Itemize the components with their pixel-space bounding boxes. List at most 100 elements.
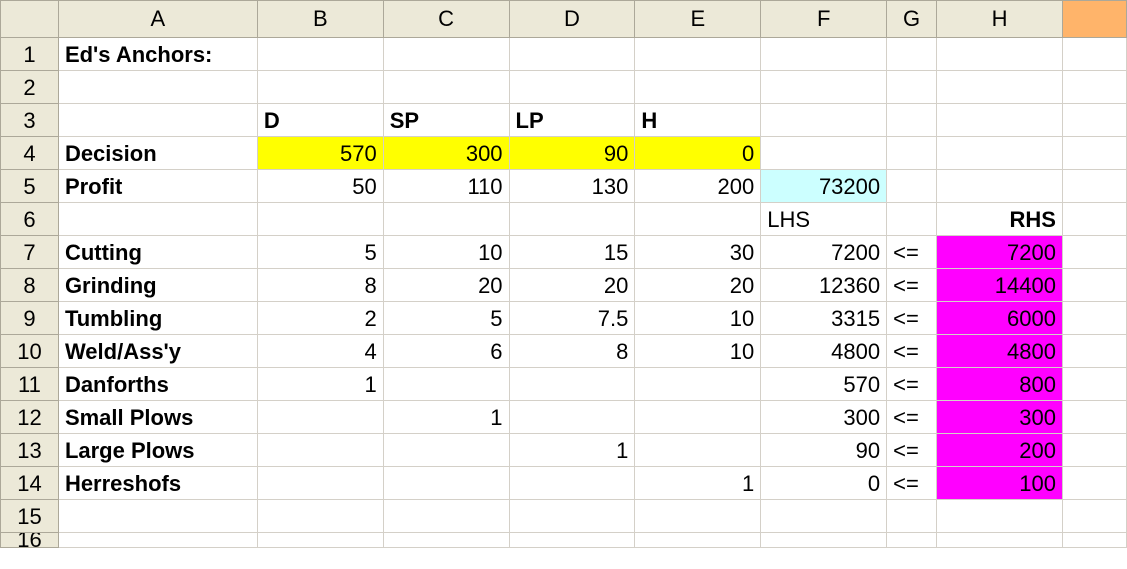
row-header[interactable]: 3 [0, 103, 59, 137]
cell-d14[interactable] [508, 466, 636, 500]
cell-e3[interactable]: H [634, 103, 762, 137]
cell-i7[interactable] [1061, 235, 1127, 269]
cell-e6[interactable] [634, 202, 762, 236]
cell-i1[interactable] [1061, 37, 1127, 71]
cell-b15[interactable] [256, 499, 384, 533]
cell-a11[interactable]: Danforths [57, 367, 258, 401]
cell-e11[interactable] [634, 367, 762, 401]
column-header-g[interactable]: G [886, 0, 938, 38]
row-header[interactable]: 11 [0, 367, 59, 401]
cell-d8[interactable]: 20 [508, 268, 636, 302]
cell-h6[interactable]: RHS [936, 202, 1063, 236]
cell-c16[interactable] [382, 532, 510, 548]
cell-h5[interactable] [936, 169, 1063, 203]
row-header[interactable]: 2 [0, 70, 59, 104]
cell-a3[interactable] [57, 103, 258, 137]
cell-f12[interactable]: 300 [760, 400, 888, 434]
row-header[interactable]: 8 [0, 268, 59, 302]
cell-b10[interactable]: 4 [256, 334, 384, 368]
cell-b3[interactable]: D [256, 103, 384, 137]
column-header-h[interactable]: H [936, 0, 1063, 38]
cell-d7[interactable]: 15 [508, 235, 636, 269]
cell-d11[interactable] [508, 367, 636, 401]
cell-g8[interactable]: <= [886, 268, 938, 302]
cell-d15[interactable] [508, 499, 636, 533]
row-header[interactable]: 15 [0, 499, 59, 533]
cell-f11[interactable]: 570 [760, 367, 888, 401]
cell-d16[interactable] [508, 532, 636, 548]
cell-e10[interactable]: 10 [634, 334, 762, 368]
cell-f9[interactable]: 3315 [760, 301, 888, 335]
row-header[interactable]: 5 [0, 169, 59, 203]
cell-i5[interactable] [1061, 169, 1127, 203]
column-header-f[interactable]: F [760, 0, 888, 38]
cell-d9[interactable]: 7.5 [508, 301, 636, 335]
cell-b9[interactable]: 2 [256, 301, 384, 335]
cell-d6[interactable] [508, 202, 636, 236]
cell-i13[interactable] [1061, 433, 1127, 467]
cell-g13[interactable]: <= [886, 433, 938, 467]
cell-g15[interactable] [886, 499, 938, 533]
cell-d10[interactable]: 8 [508, 334, 636, 368]
cell-f1[interactable] [760, 37, 888, 71]
cell-i14[interactable] [1061, 466, 1127, 500]
cell-g16[interactable] [886, 532, 938, 548]
cell-e5[interactable]: 200 [634, 169, 762, 203]
cell-c2[interactable] [382, 70, 510, 104]
cell-g7[interactable]: <= [886, 235, 938, 269]
cell-b13[interactable] [256, 433, 384, 467]
row-header[interactable]: 9 [0, 301, 59, 335]
cell-h4[interactable] [936, 136, 1063, 170]
row-header[interactable]: 4 [0, 136, 59, 170]
cell-c1[interactable] [382, 37, 510, 71]
cell-a9[interactable]: Tumbling [57, 301, 258, 335]
cell-h1[interactable] [936, 37, 1063, 71]
cell-h2[interactable] [936, 70, 1063, 104]
cell-f4[interactable] [760, 136, 888, 170]
cell-h12[interactable]: 300 [936, 400, 1063, 434]
cell-d13[interactable]: 1 [508, 433, 636, 467]
cell-a16[interactable] [57, 532, 258, 548]
cell-b14[interactable] [256, 466, 384, 500]
cell-a6[interactable] [57, 202, 258, 236]
cell-e9[interactable]: 10 [634, 301, 762, 335]
cell-d5[interactable]: 130 [508, 169, 636, 203]
cell-g14[interactable]: <= [886, 466, 938, 500]
cell-g11[interactable]: <= [886, 367, 938, 401]
cell-a4[interactable]: Decision [57, 136, 258, 170]
cell-i2[interactable] [1061, 70, 1127, 104]
cell-b16[interactable] [256, 532, 384, 548]
column-header-i[interactable] [1061, 0, 1127, 38]
cell-a2[interactable] [57, 70, 258, 104]
column-header-a[interactable]: A [57, 0, 258, 38]
row-header[interactable]: 14 [0, 466, 59, 500]
cell-h14[interactable]: 100 [936, 466, 1063, 500]
cell-f7[interactable]: 7200 [760, 235, 888, 269]
cell-e2[interactable] [634, 70, 762, 104]
column-header-d[interactable]: D [508, 0, 636, 38]
column-header-c[interactable]: C [382, 0, 510, 38]
cell-d12[interactable] [508, 400, 636, 434]
cell-g4[interactable] [886, 136, 938, 170]
cell-a5[interactable]: Profit [57, 169, 258, 203]
cell-a7[interactable]: Cutting [57, 235, 258, 269]
cell-a1[interactable]: Ed's Anchors: [57, 37, 258, 71]
cell-b7[interactable]: 5 [256, 235, 384, 269]
cell-h15[interactable] [936, 499, 1063, 533]
cell-f14[interactable]: 0 [760, 466, 888, 500]
cell-b5[interactable]: 50 [256, 169, 384, 203]
row-header[interactable]: 7 [0, 235, 59, 269]
cell-g9[interactable]: <= [886, 301, 938, 335]
row-header[interactable]: 10 [0, 334, 59, 368]
spreadsheet-grid[interactable]: A B C D E F G H 1 Ed's Anchors: 2 3 D SP LP H 4 Decision 5… [0, 0, 1127, 569]
cell-b6[interactable] [256, 202, 384, 236]
cell-c15[interactable] [382, 499, 510, 533]
cell-i16[interactable] [1061, 532, 1127, 548]
cell-a15[interactable] [57, 499, 258, 533]
cell-c7[interactable]: 10 [382, 235, 510, 269]
cell-e8[interactable]: 20 [634, 268, 762, 302]
row-header[interactable]: 16 [0, 532, 59, 548]
cell-f13[interactable]: 90 [760, 433, 888, 467]
cell-a10[interactable]: Weld/Ass'y [57, 334, 258, 368]
cell-a14[interactable]: Herreshofs [57, 466, 258, 500]
